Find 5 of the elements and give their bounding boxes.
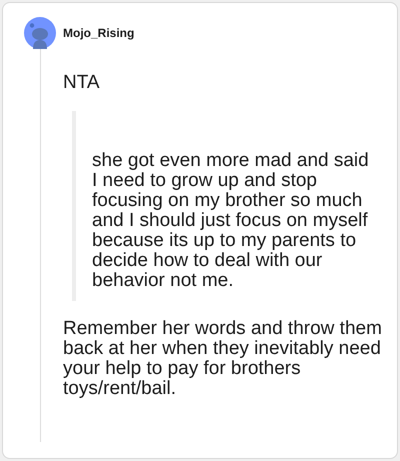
avatar-icon[interactable] (24, 17, 56, 49)
comment-text: NTA (63, 73, 101, 93)
username[interactable]: Mojo_Rising (63, 26, 134, 40)
comment-text: Remember her words and throw them back at her when they inevitably need your help to pay for brothers toys/rent/bail. (63, 319, 383, 399)
quote-text: she got even more mad and said I need to grow up and stop focusing on my brother so much and I should just focus on myself because its up to my parents to decide how to deal with our behavior not me. (92, 150, 369, 291)
